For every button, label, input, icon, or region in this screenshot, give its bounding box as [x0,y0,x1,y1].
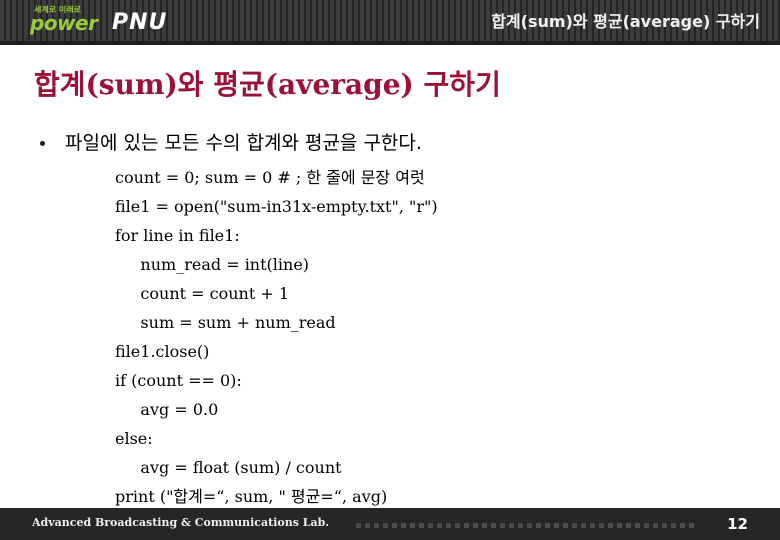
page-title: 합계(sum)와 평균(average) 구하기 [34,68,501,101]
code-line: print ("합계=“, sum, " 평균=“, avg) [115,487,388,506]
bullet-item: 파일에 있는 모든 수의 합계와 평균을 구한다. [40,130,740,156]
code-line: avg = float (sum) / count [115,458,342,477]
code-line: count = 0; sum = 0 # ; 한 줄에 문장 여럿 [115,168,425,187]
code-line: avg = 0.0 [115,400,219,419]
slide-header: 세계로 미래로 power PNU 합계(sum)와 평균(average) 구… [0,0,780,45]
code-line: for line in file1: [115,226,240,245]
bullet-item-label: 파일에 있는 모든 수의 합계와 평균을 구한다. [65,132,422,154]
code-line: file1 = open("sum-in31x-empty.txt", "r") [115,197,438,216]
code-line: else: [115,429,153,448]
code-line: count = count + 1 [115,284,290,303]
bullet-dot-icon [40,141,45,146]
code-line: if (count == 0): [115,371,242,390]
footer-dash-pattern [356,523,696,528]
slide-footer: Advanced Broadcasting & Communications L… [0,508,780,540]
logo-power-word: power [30,11,98,35]
code-line: file1.close() [115,342,210,361]
logo-pnu-word: PNU [112,10,168,35]
header-bottom-band [0,41,780,45]
code-block: count = 0; sum = 0 # ; 한 줄에 문장 여럿 file1 … [115,163,735,511]
page-number: 12 [727,515,748,533]
code-line: sum = sum + num_read [115,313,336,332]
header-title: 합계(sum)와 평균(average) 구하기 [491,12,760,31]
pnu-logo: 세계로 미래로 power PNU [26,4,172,38]
code-line: num_read = int(line) [115,255,310,274]
footer-lab-name: Advanced Broadcasting & Communications L… [32,516,330,529]
